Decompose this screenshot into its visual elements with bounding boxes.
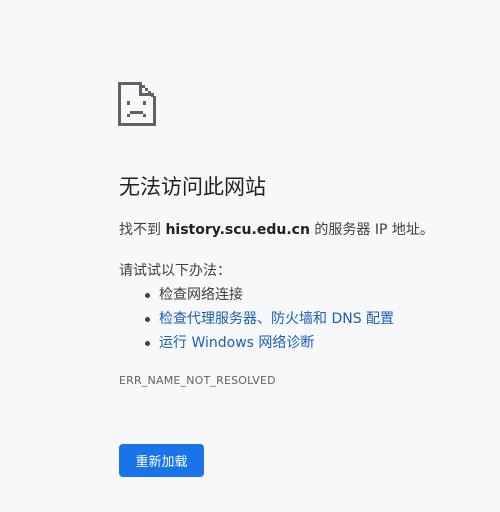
page-title: 无法访问此网站 <box>119 175 266 199</box>
bullet <box>145 317 150 322</box>
suggestion-list: 检查网络连接 检查代理服务器、防火墙和 DNS 配置 运行 Windows 网络… <box>119 283 394 355</box>
error-code: ERR_NAME_NOT_RESOLVED <box>119 374 276 387</box>
suggestion-item[interactable]: 检查代理服务器、防火墙和 DNS 配置 <box>119 307 394 331</box>
reload-button[interactable]: 重新加载 <box>119 444 204 477</box>
suggestion-check-network: 检查网络连接 <box>159 287 243 303</box>
try-label: 请试试以下办法： <box>119 263 231 279</box>
host-name: history.scu.edu.cn <box>165 222 310 238</box>
bullet <box>145 293 150 298</box>
description-suffix: 的服务器 IP 地址。 <box>309 222 434 238</box>
suggestion-run-diagnostics-link[interactable]: 运行 Windows 网络诊断 <box>159 335 314 351</box>
error-page: 无法访问此网站 找不到 history.scu.edu.cn 的服务器 IP 地… <box>0 0 500 512</box>
suggestion-item[interactable]: 运行 Windows 网络诊断 <box>119 331 394 355</box>
error-description: 找不到 history.scu.edu.cn 的服务器 IP 地址。 <box>119 220 434 240</box>
bullet <box>145 341 150 346</box>
description-prefix: 找不到 <box>119 222 166 238</box>
sad-page-icon <box>118 82 156 126</box>
suggestion-check-proxy-link[interactable]: 检查代理服务器、防火墙和 DNS 配置 <box>159 311 394 327</box>
suggestion-item: 检查网络连接 <box>119 283 394 307</box>
